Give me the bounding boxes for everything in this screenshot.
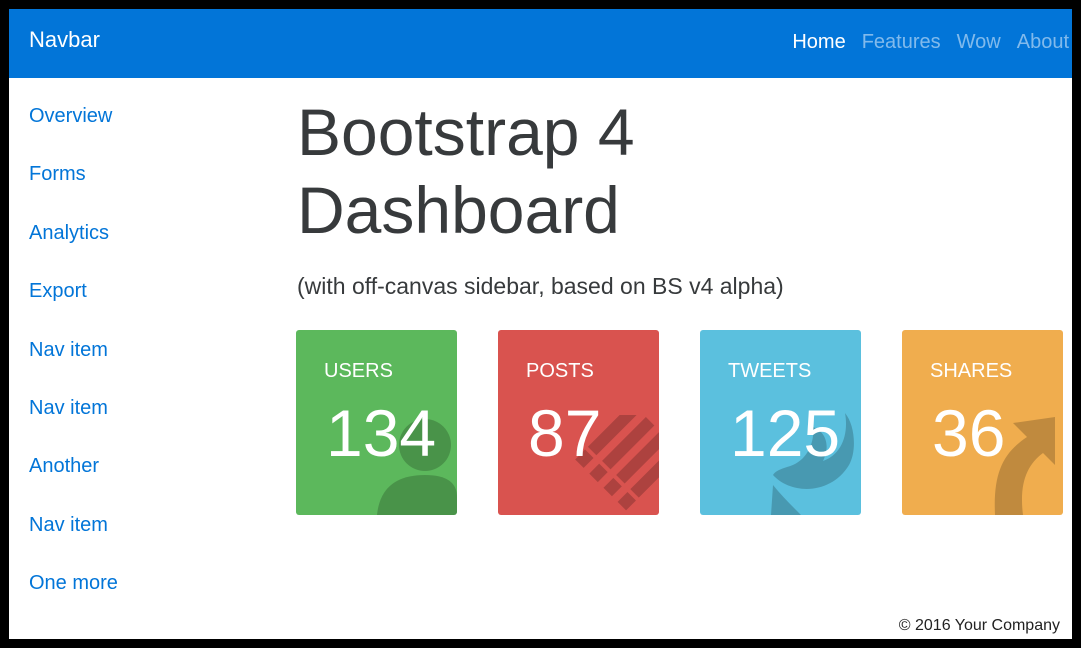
page-title: Bootstrap 4 Dashboard bbox=[297, 95, 635, 247]
card-count: 87 bbox=[528, 396, 602, 470]
nav-link-about[interactable]: About bbox=[1017, 31, 1069, 54]
top-navbar: Navbar Home Features Wow About bbox=[9, 9, 1072, 78]
card-count: 36 bbox=[932, 396, 1006, 470]
nav-link-wow[interactable]: Wow bbox=[957, 31, 1001, 54]
footer-copyright: © 2016 Your Company bbox=[898, 617, 1060, 634]
navbar-links: Home Features Wow About bbox=[792, 31, 1069, 54]
sidebar-item-export[interactable]: Export bbox=[29, 280, 269, 338]
card-label: POSTS bbox=[526, 360, 594, 382]
sidebar-item-another[interactable]: Another bbox=[29, 455, 269, 513]
posts-card: POSTS 87 bbox=[498, 330, 659, 515]
page-subtitle: (with off-canvas sidebar, based on BS v4… bbox=[297, 273, 784, 299]
page-frame: Navbar Home Features Wow About Overview … bbox=[9, 9, 1072, 639]
nav-link-home[interactable]: Home bbox=[792, 31, 845, 54]
sidebar-item-nav-item[interactable]: Nav item bbox=[29, 339, 269, 397]
card-count: 125 bbox=[730, 396, 841, 470]
sidebar-item-forms[interactable]: Forms bbox=[29, 163, 269, 221]
card-count: 134 bbox=[326, 396, 437, 470]
navbar-brand[interactable]: Navbar bbox=[29, 27, 100, 53]
shares-card: SHARES 36 bbox=[902, 330, 1063, 515]
nav-link-features[interactable]: Features bbox=[862, 31, 941, 54]
sidebar-item-analytics[interactable]: Analytics bbox=[29, 222, 269, 280]
sidebar: Overview Forms Analytics Export Nav item… bbox=[29, 105, 269, 631]
sidebar-item-nav-item[interactable]: Nav item bbox=[29, 514, 269, 572]
card-label: USERS bbox=[324, 360, 393, 382]
sidebar-item-nav-item[interactable]: Nav item bbox=[29, 397, 269, 455]
users-card: USERS 134 bbox=[296, 330, 457, 515]
card-label: TWEETS bbox=[728, 360, 812, 382]
sidebar-item-one-more[interactable]: One more bbox=[29, 572, 269, 630]
sidebar-item-overview[interactable]: Overview bbox=[29, 105, 269, 163]
card-label: SHARES bbox=[930, 360, 1013, 382]
tweets-card: TWEETS 125 bbox=[700, 330, 861, 515]
